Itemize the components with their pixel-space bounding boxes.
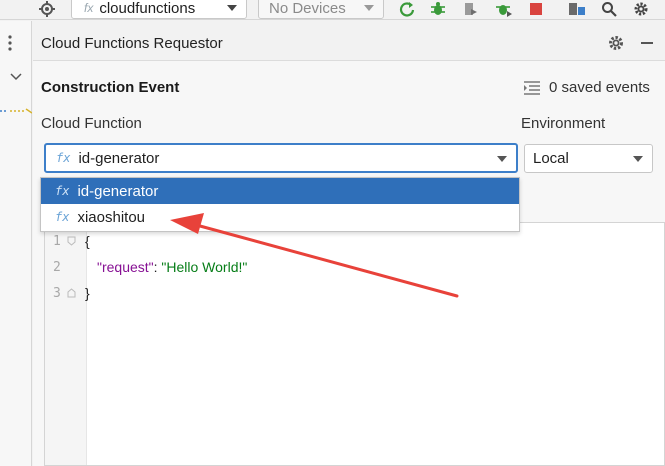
code-line-2: "request": "Hello World!"	[97, 259, 247, 275]
environment-select[interactable]: Local	[524, 144, 653, 173]
fx-icon: fx	[56, 151, 71, 165]
minimize-icon[interactable]	[641, 42, 653, 44]
editor-gutter: 1 2 3	[45, 223, 87, 465]
saved-events-icon	[524, 80, 540, 95]
chevron-down-icon[interactable]	[10, 73, 22, 81]
chevron-down-icon	[497, 156, 507, 162]
cloud-function-dropdown: fx id-generator fx xiaoshitou	[40, 177, 520, 232]
fx-icon: fx	[55, 210, 70, 224]
target-icon[interactable]	[36, 0, 58, 18]
environment-label: Environment	[521, 115, 606, 132]
stop-icon[interactable]	[526, 0, 546, 18]
environment-select-value: Local	[533, 150, 569, 167]
run-configuration-select[interactable]: fx cloudfunctions	[71, 0, 247, 19]
cloud-function-label: Cloud Function	[41, 115, 142, 132]
attach-debugger-icon[interactable]	[494, 0, 514, 18]
error-underline-icon	[0, 108, 32, 114]
coverage-icon[interactable]	[460, 0, 480, 18]
code-line-1: {	[85, 233, 90, 249]
json-value: "Hello World!"	[161, 259, 248, 275]
more-options-icon[interactable]	[8, 35, 12, 51]
json-editor[interactable]: 1 2 3 { "request": "Hello World!" }	[44, 222, 665, 466]
line-number: 2	[53, 260, 61, 275]
panel-title: Cloud Functions Requestor	[41, 35, 223, 52]
run-configuration-label: cloudfunctions	[99, 0, 196, 17]
line-number: 1	[53, 234, 61, 249]
dropdown-item-label: xiaoshitou	[77, 208, 145, 226]
main-toolbar: fx cloudfunctions No Devices	[0, 0, 665, 20]
dropdown-item-label: id-generator	[77, 182, 159, 200]
debug-icon[interactable]	[428, 0, 448, 18]
settings-icon[interactable]	[631, 0, 651, 18]
rerun-icon[interactable]	[397, 0, 417, 18]
chevron-down-icon	[227, 5, 237, 11]
dropdown-item-id-generator[interactable]: fx id-generator	[41, 178, 519, 204]
ide-window: fx cloudfunctions No Devices Cloud Funct…	[0, 0, 665, 466]
panel-header: Cloud Functions Requestor	[33, 21, 665, 61]
cloud-functions-panel: Cloud Functions Requestor Construction E…	[33, 21, 665, 466]
cloud-function-select[interactable]: fx id-generator	[44, 143, 518, 173]
cloud-function-select-value: id-generator	[78, 149, 160, 167]
saved-events-button[interactable]: 0 saved events	[523, 79, 650, 96]
search-icon[interactable]	[599, 0, 619, 18]
structure-icon[interactable]	[567, 0, 587, 18]
saved-events-label: 0 saved events	[549, 79, 650, 96]
dropdown-item-xiaoshitou[interactable]: fx xiaoshitou	[41, 204, 519, 230]
fx-icon: fx	[55, 184, 70, 198]
section-title: Construction Event	[41, 79, 180, 96]
fold-icon[interactable]	[67, 288, 76, 298]
device-select[interactable]: No Devices	[258, 0, 384, 19]
gear-icon[interactable]	[607, 34, 625, 52]
left-tool-strip	[0, 21, 32, 466]
device-select-label: No Devices	[269, 0, 346, 17]
code-line-3: }	[85, 285, 90, 301]
chevron-down-icon	[364, 5, 374, 11]
line-number: 3	[53, 286, 61, 301]
chevron-down-icon	[633, 156, 643, 162]
json-key: "request"	[97, 259, 154, 275]
fx-icon: fx	[84, 1, 94, 15]
fold-icon[interactable]	[67, 236, 76, 246]
